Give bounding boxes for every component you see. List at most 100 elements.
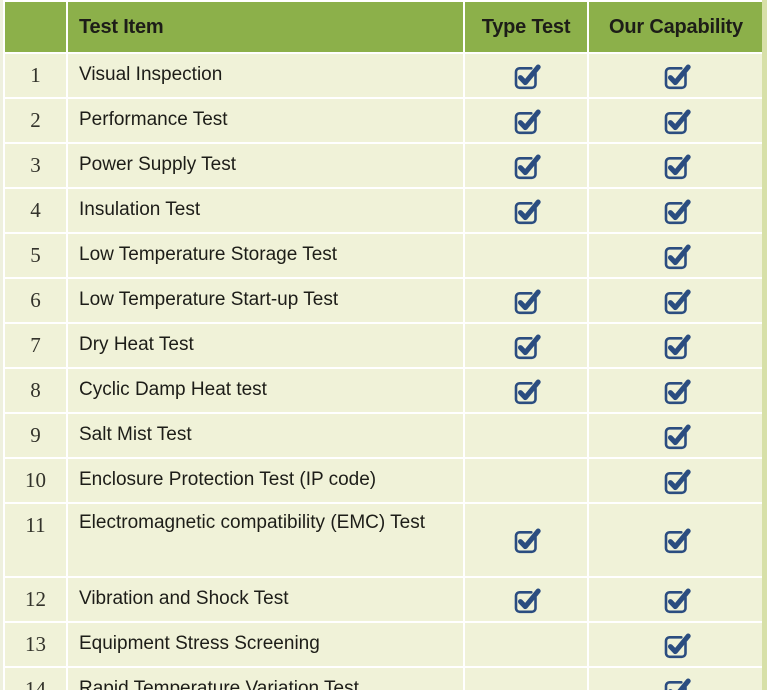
column-header-our-capability: Our Capability <box>589 2 762 52</box>
table-row: 2 Performance Test <box>5 99 762 142</box>
table-header: Test Item Type Test Our Capability <box>5 2 762 52</box>
checkbox-checked-icon <box>510 60 542 92</box>
checkbox-checked-icon <box>660 195 692 227</box>
our-capability-cell <box>589 54 762 97</box>
row-number: 2 <box>5 99 66 142</box>
checkbox-checked-icon <box>660 420 692 452</box>
type-test-cell <box>465 504 587 576</box>
row-number: 9 <box>5 414 66 457</box>
checkbox-checked-icon <box>660 60 692 92</box>
type-test-cell <box>465 623 587 666</box>
table-row: 9 Salt Mist Test <box>5 414 762 457</box>
table-header-row: Test Item Type Test Our Capability <box>5 2 762 52</box>
row-number: 1 <box>5 54 66 97</box>
checkbox-checked-icon <box>660 240 692 272</box>
table-row: 10 Enclosure Protection Test (IP code) <box>5 459 762 502</box>
row-number: 13 <box>5 623 66 666</box>
type-test-cell <box>465 324 587 367</box>
checkbox-checked-icon <box>660 330 692 362</box>
checkbox-empty <box>510 237 542 269</box>
table-row: 11 Electromagnetic compatibility (EMC) Te… <box>5 504 762 576</box>
test-item-label: Electromagnetic compatibility (EMC) Test <box>68 504 463 576</box>
row-number: 8 <box>5 369 66 412</box>
type-test-cell <box>465 99 587 142</box>
column-header-number <box>5 2 66 52</box>
table-body: 1 Visual Inspection 2 Performance Test 3 Powe… <box>5 54 762 690</box>
row-number: 12 <box>5 578 66 621</box>
checkbox-checked-icon <box>660 524 692 556</box>
row-number: 7 <box>5 324 66 367</box>
table-row: 7 Dry Heat Test <box>5 324 762 367</box>
row-number: 11 <box>5 504 66 576</box>
row-number: 3 <box>5 144 66 187</box>
checkbox-checked-icon <box>660 150 692 182</box>
checkbox-checked-icon <box>510 150 542 182</box>
table-row: 14 Rapid Temperature Variation Test <box>5 668 762 690</box>
checkbox-checked-icon <box>660 674 692 690</box>
test-item-label: Low Temperature Start-up Test <box>68 279 463 322</box>
test-item-label: Equipment Stress Screening <box>68 623 463 666</box>
our-capability-cell <box>589 504 762 576</box>
test-capability-table: Test Item Type Test Our Capability 1 Visu… <box>3 0 762 690</box>
type-test-cell <box>465 414 587 457</box>
column-header-test-item: Test Item <box>68 2 463 52</box>
table-row: 3 Power Supply Test <box>5 144 762 187</box>
checkbox-checked-icon <box>510 330 542 362</box>
our-capability-cell <box>589 279 762 322</box>
table-row: 6 Low Temperature Start-up Test <box>5 279 762 322</box>
type-test-cell <box>465 459 587 502</box>
type-test-cell <box>465 578 587 621</box>
type-test-cell <box>465 369 587 412</box>
checkbox-checked-icon <box>510 524 542 556</box>
our-capability-cell <box>589 668 762 690</box>
type-test-cell <box>465 234 587 277</box>
our-capability-cell <box>589 234 762 277</box>
our-capability-cell <box>589 369 762 412</box>
checkbox-checked-icon <box>660 375 692 407</box>
checkbox-checked-icon <box>660 629 692 661</box>
test-item-label: Power Supply Test <box>68 144 463 187</box>
test-item-label: Salt Mist Test <box>68 414 463 457</box>
test-item-label: Enclosure Protection Test (IP code) <box>68 459 463 502</box>
checkbox-checked-icon <box>510 105 542 137</box>
our-capability-cell <box>589 144 762 187</box>
row-number: 6 <box>5 279 66 322</box>
row-number: 4 <box>5 189 66 232</box>
our-capability-cell <box>589 324 762 367</box>
table-row: 4 Insulation Test <box>5 189 762 232</box>
checkbox-empty <box>510 462 542 494</box>
table-row: 12 Vibration and Shock Test <box>5 578 762 621</box>
table-row: 5 Low Temperature Storage Test <box>5 234 762 277</box>
type-test-cell <box>465 279 587 322</box>
type-test-cell <box>465 668 587 690</box>
type-test-cell <box>465 144 587 187</box>
type-test-cell <box>465 189 587 232</box>
checkbox-empty <box>510 626 542 658</box>
checkbox-empty <box>510 671 542 690</box>
checkbox-checked-icon <box>510 285 542 317</box>
test-item-label: Rapid Temperature Variation Test <box>68 668 463 690</box>
our-capability-cell <box>589 99 762 142</box>
our-capability-cell <box>589 459 762 502</box>
checkbox-checked-icon <box>510 584 542 616</box>
test-item-label: Cyclic Damp Heat test <box>68 369 463 412</box>
checkbox-empty <box>510 417 542 449</box>
type-test-cell <box>465 54 587 97</box>
our-capability-cell <box>589 623 762 666</box>
column-header-type-test: Type Test <box>465 2 587 52</box>
our-capability-cell <box>589 189 762 232</box>
row-number: 5 <box>5 234 66 277</box>
our-capability-cell <box>589 414 762 457</box>
table-row: 13 Equipment Stress Screening <box>5 623 762 666</box>
checkbox-checked-icon <box>660 285 692 317</box>
row-number: 10 <box>5 459 66 502</box>
test-item-label: Low Temperature Storage Test <box>68 234 463 277</box>
capability-table-page: Test Item Type Test Our Capability 1 Visu… <box>0 0 767 690</box>
checkbox-checked-icon <box>660 105 692 137</box>
table-row: 1 Visual Inspection <box>5 54 762 97</box>
test-item-label: Dry Heat Test <box>68 324 463 367</box>
checkbox-checked-icon <box>660 584 692 616</box>
table-row: 8 Cyclic Damp Heat test <box>5 369 762 412</box>
checkbox-checked-icon <box>510 375 542 407</box>
checkbox-checked-icon <box>660 465 692 497</box>
